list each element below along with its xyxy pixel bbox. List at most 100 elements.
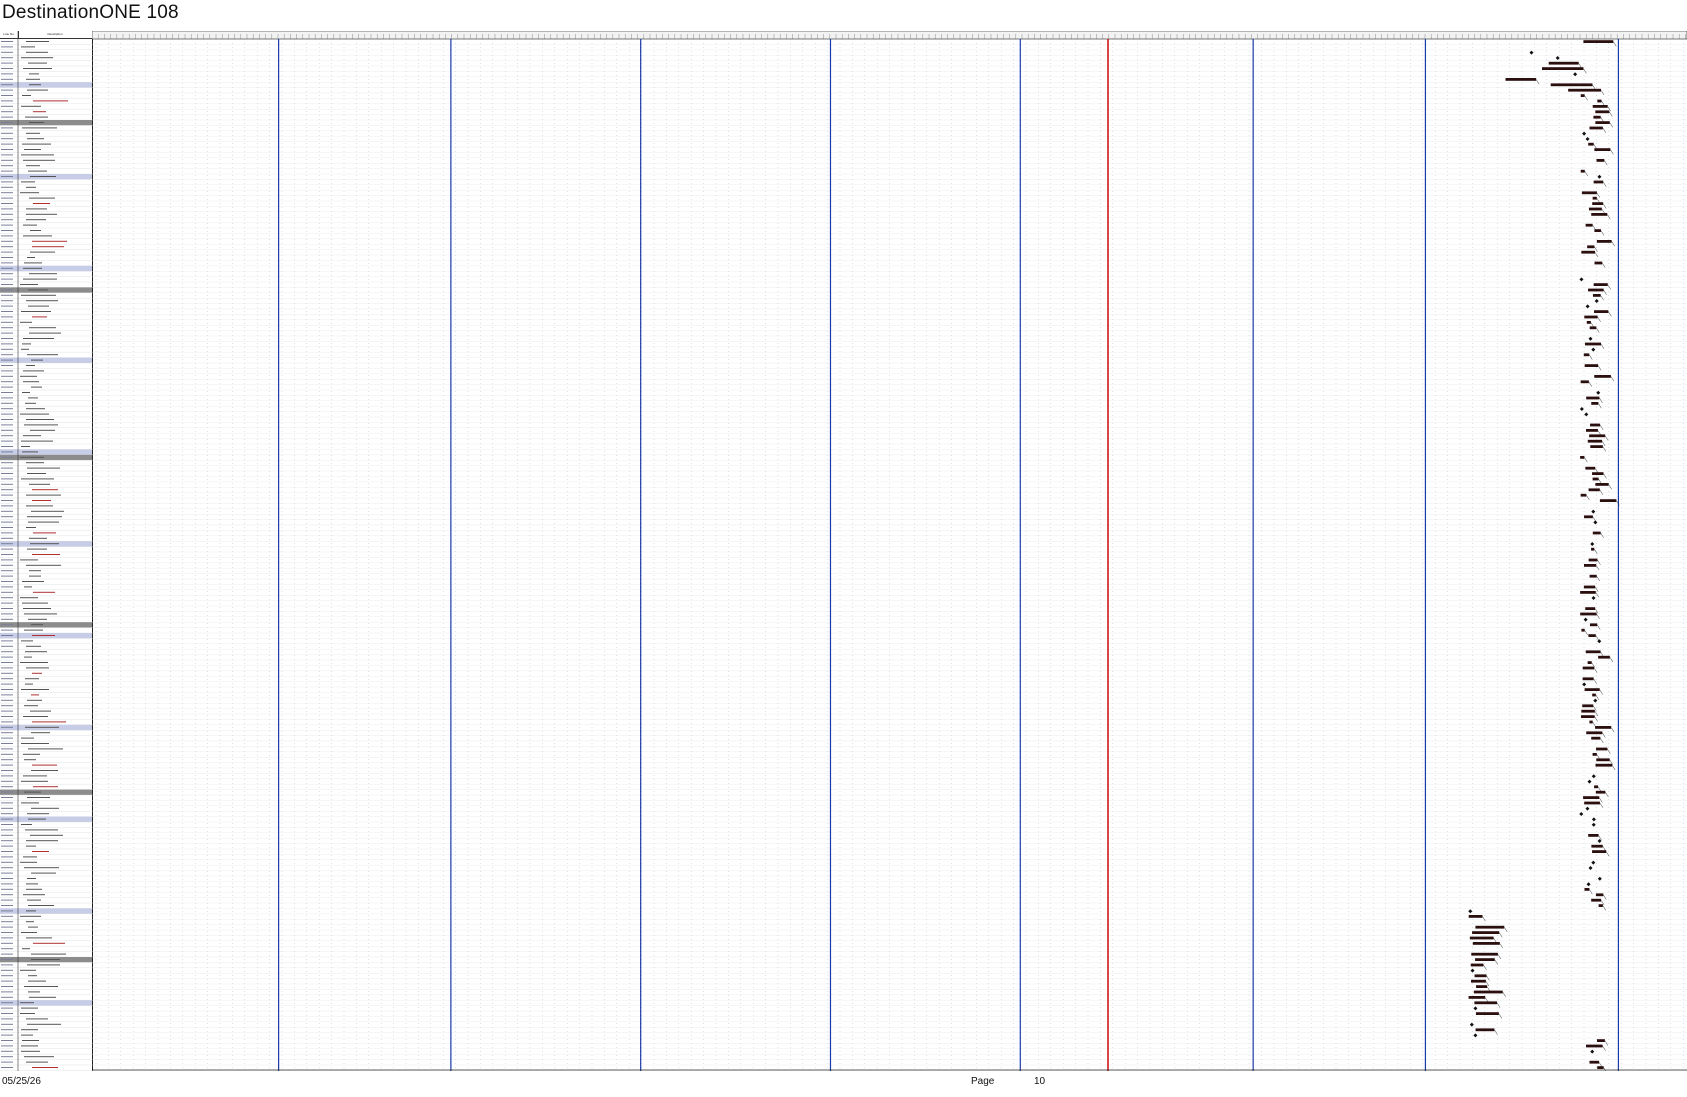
row-number-stub [1,764,13,766]
row-description-stub [21,1029,38,1031]
task-bar [1589,623,1598,627]
row-description-stub [25,116,48,118]
task-bar [1580,493,1587,497]
row-number-stub [1,802,13,804]
dependency-arrow [1504,927,1508,933]
gantt-timeline [92,31,1687,1071]
row-number-stub [1,208,13,210]
dependency-arrow [1497,954,1502,960]
row-number-stub [1,1023,13,1025]
task-bar [1594,310,1609,313]
row-description-stub [31,510,64,512]
milestone-diamond [1591,774,1596,779]
dependency-arrow [1607,748,1611,754]
row-description-stub [26,208,47,210]
row-number-stub [1,478,13,480]
task-bar [1583,353,1590,357]
row-description-stub [31,770,58,771]
row-description-stub [26,365,35,366]
row-description-stub [26,921,34,923]
row-number-stub [1,559,13,561]
row-description-stub [25,726,59,728]
row-description-stub [21,446,30,447]
task-bar [1582,677,1594,681]
row-number-stub [1,629,13,631]
task-bar [1582,704,1594,708]
dependency-arrow [1596,192,1601,198]
milestone-diamond [1468,909,1473,914]
row-number-stub [1,510,13,512]
row-description-stub [32,721,66,723]
task-bar [1472,942,1500,945]
row-number-stub [1,575,13,577]
task-bar [1586,731,1603,735]
task-bar [1475,1012,1499,1015]
task-bar [1471,952,1498,956]
row-number-stub [1,651,13,653]
task-bar [1580,169,1585,173]
row-description-stub [29,84,41,86]
row-description-stub [21,105,41,107]
row-description-stub [33,942,65,944]
row-number-stub [1,159,13,161]
row-number-stub [1,942,13,944]
row-description-stub [24,867,59,869]
row-description-stub [26,419,54,420]
row-description-stub [25,829,58,831]
row-description-stub [29,996,56,998]
task-bar [1470,963,1484,967]
dependency-arrow [1603,473,1607,479]
row-description-stub [23,159,55,161]
task-bar [1586,1044,1603,1048]
row-number-stub [1,89,13,91]
row-description-stub [27,548,47,550]
row-description-stub [32,635,55,636]
row-description-stub [20,284,38,285]
row-number-stub [1,894,13,896]
task-bar [1475,958,1495,961]
task-bar [1584,364,1599,367]
dependency-arrow [1502,991,1506,997]
row-number-stub [1,262,13,264]
task-bar [1591,898,1602,902]
footer-page-label: Page [971,1076,995,1087]
row-number-stub [1,721,13,723]
milestone-diamond [1469,1022,1474,1027]
row-number-stub [1,645,13,647]
row-description-stub [20,456,44,458]
milestone-diamond [1591,347,1596,352]
row-description-stub [26,527,36,528]
row-number-stub [1,127,13,129]
row-number-stub [1,489,13,491]
row-number-stub [1,456,13,458]
summary-row-band [0,265,92,272]
row-description-stub [27,878,36,879]
row-description-stub [20,969,36,971]
row-number-stub [1,73,13,75]
footer-date: 05/25/26 [2,1076,41,1087]
row-number-stub [1,316,13,318]
row-description-stub [23,608,51,609]
row-number-stub [1,149,13,150]
task-bar [1580,612,1597,616]
dependency-arrow [1596,613,1600,619]
row-description-stub [26,910,36,912]
row-number-stub [1,365,13,366]
row-number-stub [1,726,13,728]
row-description-stub [26,213,57,215]
milestone-diamond [1597,876,1602,881]
task-bar [1585,223,1593,227]
row-number-stub [1,770,13,771]
dependency-arrow [1483,964,1487,970]
row-number-stub [1,521,13,523]
task-bar [1596,747,1608,751]
task-bar [1588,558,1598,562]
row-description-stub [21,1045,38,1047]
row-number-stub [1,402,13,404]
row-description-stub [33,591,55,593]
row-number-stub [1,932,13,933]
row-description-stub [26,219,46,221]
summary-row-band [0,449,92,455]
row-number-stub [1,861,13,863]
dependency-arrow [1613,41,1617,47]
